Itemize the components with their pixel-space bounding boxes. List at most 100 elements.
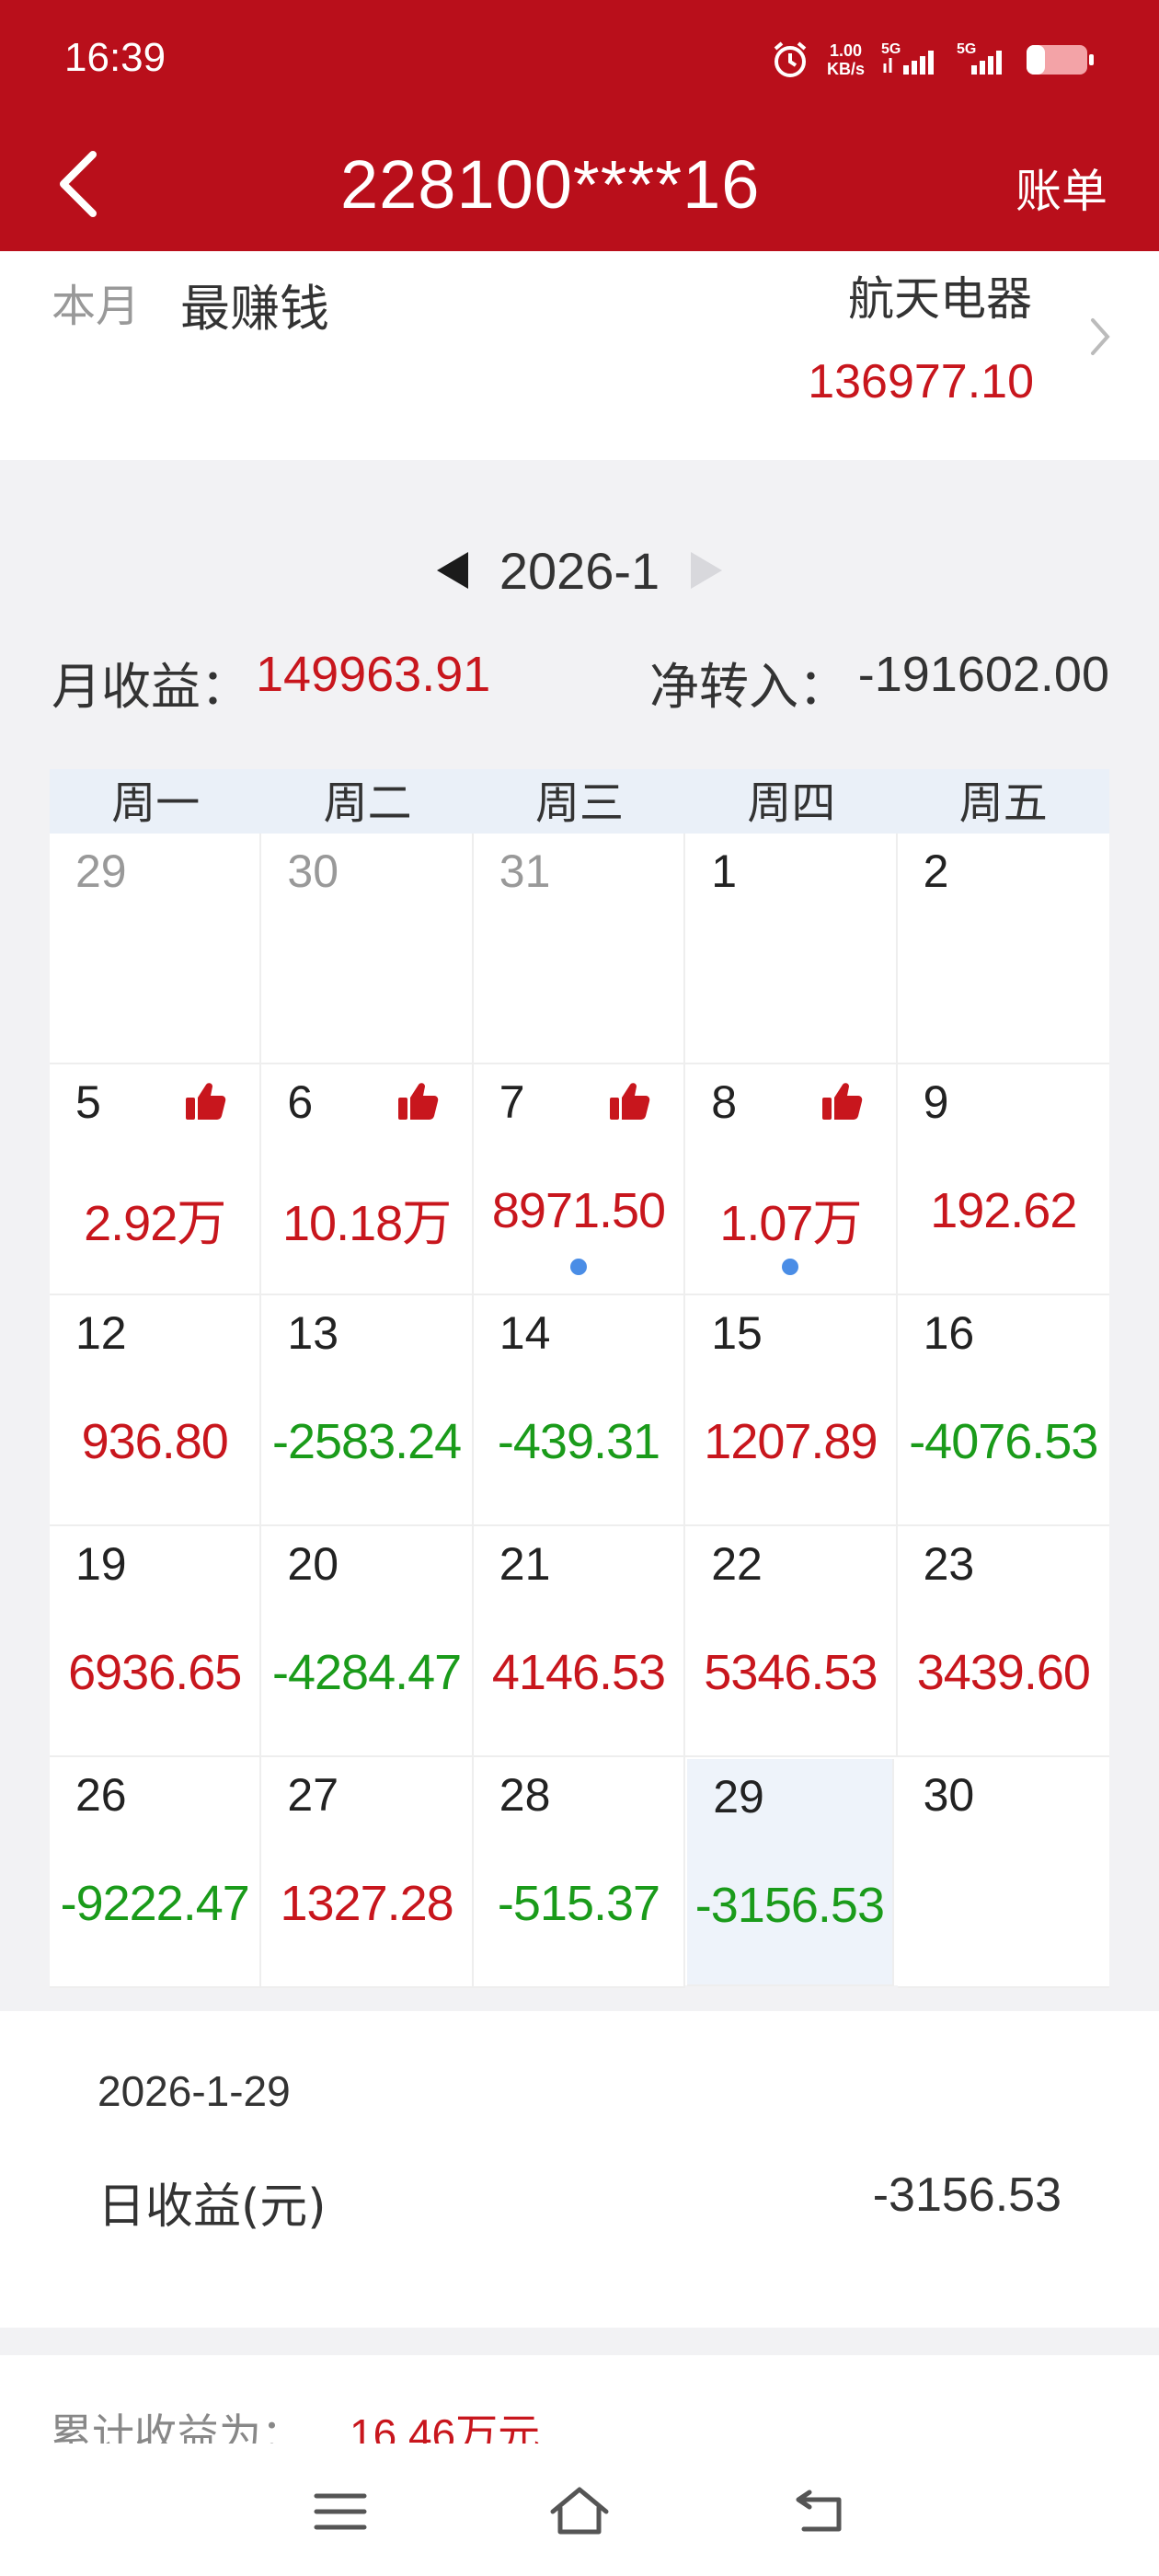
daily-profit: -439.31 <box>497 1414 660 1469</box>
day-number: 19 <box>75 1538 127 1590</box>
day-number: 20 <box>287 1538 339 1590</box>
calendar-day-cell[interactable]: 6 10.18万 <box>261 1064 474 1295</box>
month-label: 本月 <box>52 281 141 332</box>
calendar-day-cell[interactable]: 13 -2583.24 <box>261 1295 474 1526</box>
bill-button[interactable]: 账单 <box>1016 155 1107 221</box>
calendar-day-cell[interactable]: 1 <box>685 834 898 1064</box>
app-bar: 16:39 1.00 KB/s 5G 5G 228100****16 账单 <box>0 0 1159 251</box>
day-number: 7 <box>499 1076 525 1128</box>
calendar-day-cell[interactable]: 9 192.62 <box>897 1064 1109 1295</box>
day-number: 31 <box>499 845 551 897</box>
weekday-label: 周五 <box>958 777 1048 829</box>
back-button[interactable] <box>46 143 110 225</box>
detail-date: 2026-1-29 <box>98 2067 291 2115</box>
cumulative-row: 累计收益为： 16.46万元 <box>50 2401 540 2444</box>
calendar-day-cell[interactable]: 28 -515.37 <box>473 1757 686 1988</box>
calendar-day-cell[interactable]: 31 <box>473 834 686 1064</box>
day-number: 28 <box>499 1769 551 1821</box>
thumbs-up-icon <box>396 1079 439 1121</box>
net-speed: 1.00 KB/s <box>827 41 865 78</box>
day-number: 30 <box>923 1769 975 1821</box>
signal-icon: 5G <box>881 41 940 78</box>
daily-profit: -4076.53 <box>909 1414 1098 1469</box>
daily-profit: 1.07万 <box>719 1196 862 1251</box>
thumbs-up-icon <box>608 1079 650 1121</box>
cumulative-label: 累计收益为： <box>50 2409 304 2444</box>
weekday-label: 周一 <box>111 777 201 829</box>
calendar-day-cell[interactable]: 19 6936.65 <box>50 1526 262 1757</box>
best-label: 最赚钱 <box>180 280 329 338</box>
calendar-day-cell[interactable]: 30 <box>897 1757 1109 1988</box>
weekday-label: 周四 <box>747 777 836 829</box>
daily-profit: 3439.60 <box>916 1645 1091 1700</box>
day-number: 2 <box>923 845 949 897</box>
calendar-day-cell[interactable]: 27 1327.28 <box>261 1757 474 1988</box>
day-number: 22 <box>711 1538 763 1590</box>
menu-icon[interactable] <box>304 2475 377 2548</box>
calendar-day-cell[interactable]: 29 -3156.53 <box>687 1759 894 1986</box>
day-number: 29 <box>713 1771 764 1823</box>
status-icons: 1.00 KB/s 5G 5G <box>770 37 1095 83</box>
calendar-day-cell[interactable]: 21 4146.53 <box>473 1526 686 1757</box>
thumbs-up-icon <box>184 1079 226 1121</box>
calendar-day-cell[interactable]: 26 -9222.47 <box>50 1757 262 1988</box>
calendar-day-cell[interactable]: 15 1207.89 <box>685 1295 898 1526</box>
back-icon[interactable] <box>782 2475 855 2548</box>
calendar-day-cell[interactable]: 8 1.07万 <box>685 1064 898 1295</box>
calendar-day-cell[interactable]: 16 -4076.53 <box>897 1295 1109 1526</box>
system-nav-bar <box>0 2447 1159 2576</box>
prev-month-button[interactable] <box>436 552 468 589</box>
trade-marker-dot <box>569 1259 587 1275</box>
status-time: 16:39 <box>64 35 166 80</box>
net-transfer-value: -191602.00 <box>857 647 1109 702</box>
home-icon[interactable] <box>543 2475 616 2548</box>
calendar-day-cell[interactable]: 29 <box>50 834 262 1064</box>
day-number: 8 <box>711 1076 737 1128</box>
day-number: 16 <box>923 1307 975 1359</box>
calendar-day-cell[interactable]: 5 2.92万 <box>50 1064 262 1295</box>
calendar-day-cell[interactable]: 7 8971.50 <box>473 1064 686 1295</box>
daily-profit: 10.18万 <box>282 1196 452 1251</box>
calendar-grid: 29 30 31 1 2 5 2.92万 6 10.18万 7 8971.50 8 1.07万 9 192.… <box>50 834 1109 1988</box>
calendar-day-cell[interactable]: 12 936.80 <box>50 1295 262 1526</box>
daily-profit: -3156.53 <box>694 1878 885 1933</box>
day-number: 5 <box>75 1076 101 1128</box>
net-speed-value: 1.00 <box>829 41 863 60</box>
day-number: 21 <box>499 1538 551 1590</box>
daily-profit: -9222.47 <box>60 1876 250 1931</box>
weekday-label: 周二 <box>323 777 412 829</box>
daily-income-label: 日收益(元) <box>98 2179 327 2235</box>
best-stock-card[interactable]: 本月 最赚钱 航天电器 136977.10 <box>0 251 1159 460</box>
daily-profit: 5346.53 <box>704 1645 878 1700</box>
day-number: 1 <box>711 845 737 897</box>
calendar-day-cell[interactable]: 2 <box>897 834 1109 1064</box>
calendar-day-cell[interactable]: 14 -439.31 <box>473 1295 686 1526</box>
month-summary: 月收益： 149963.91 净转入： -191602.00 <box>52 646 1109 719</box>
monthly-income-label: 月收益： <box>52 658 250 716</box>
calendar-day-cell[interactable]: 20 -4284.47 <box>261 1526 474 1757</box>
day-number: 14 <box>499 1307 551 1359</box>
stock-profit: 136977.10 <box>808 355 1034 408</box>
calendar-day-cell[interactable]: 23 3439.60 <box>897 1526 1109 1757</box>
account-title: 228100****16 <box>340 146 761 223</box>
daily-profit: -2583.24 <box>272 1414 462 1469</box>
daily-profit: 1327.28 <box>280 1876 453 1931</box>
next-month-button[interactable] <box>691 552 723 589</box>
day-number: 26 <box>75 1769 127 1821</box>
daily-profit: 6936.65 <box>68 1645 242 1700</box>
daily-profit: 192.62 <box>930 1183 1077 1238</box>
daily-profit: -515.37 <box>497 1876 660 1931</box>
weekday-label: 周三 <box>534 777 624 829</box>
current-month: 2026-1 <box>499 541 660 600</box>
chevron-right-icon[interactable] <box>1082 305 1119 369</box>
day-number: 6 <box>287 1076 314 1128</box>
chevron-left-icon <box>60 151 97 217</box>
day-number: 27 <box>287 1769 339 1821</box>
day-number: 29 <box>75 845 127 897</box>
day-number: 23 <box>923 1538 975 1590</box>
calendar-day-cell[interactable]: 22 5346.53 <box>685 1526 898 1757</box>
thumbs-up-icon <box>820 1079 863 1121</box>
daily-profit: 8971.50 <box>491 1183 666 1238</box>
net-speed-unit: KB/s <box>826 60 865 78</box>
calendar-day-cell[interactable]: 30 <box>261 834 474 1064</box>
